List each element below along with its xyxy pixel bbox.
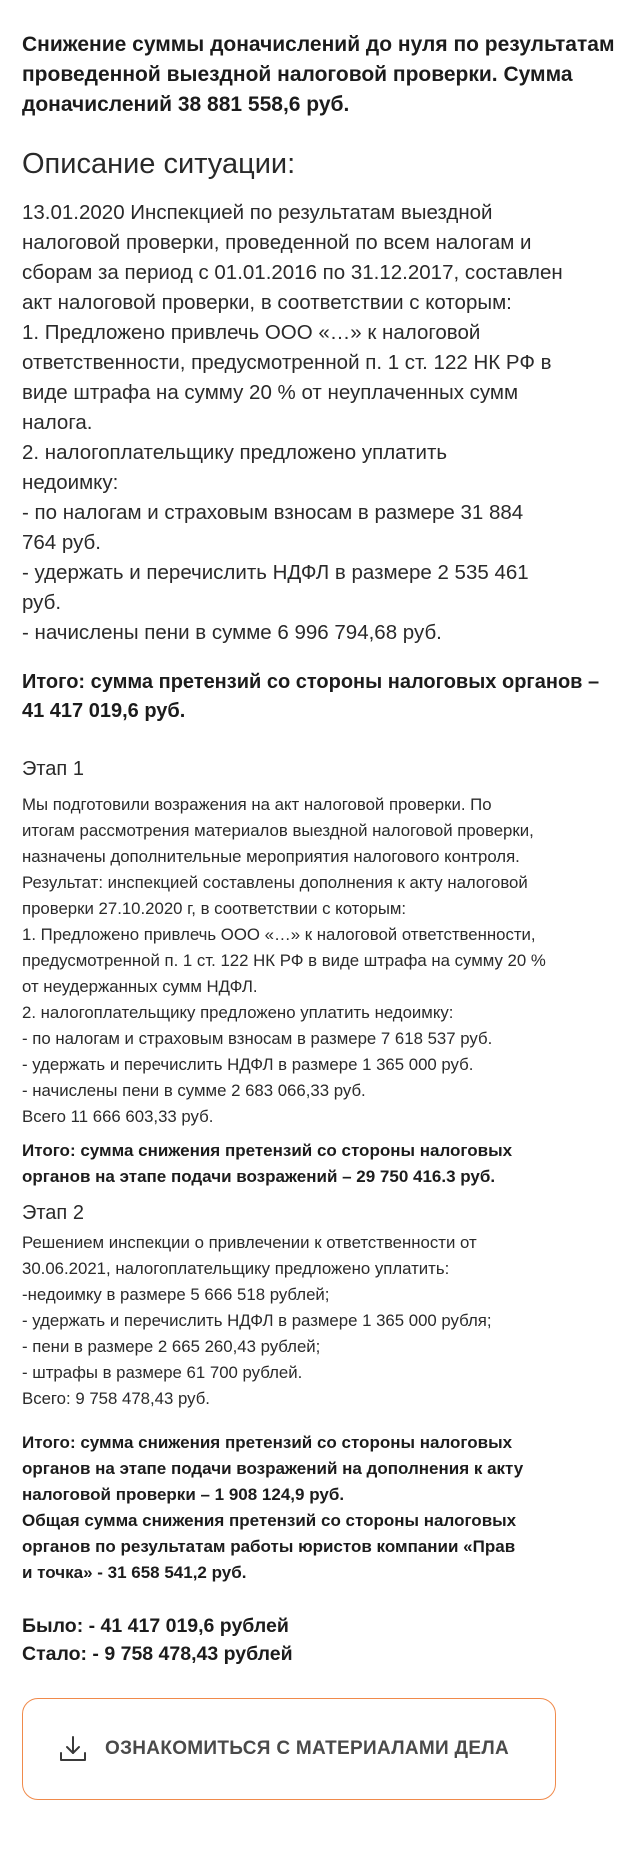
situation-line: руб. [22,591,62,614]
situation-description: 13.01.2020 Инспекцией по результатам вые… [22,198,622,648]
situation-line: 2. налогоплательщику предложено уплатить [22,441,448,464]
stage2-line: - удержать и перечислить НДФЛ в размере … [22,1311,492,1330]
situation-line: - по налогам и страховым взносам в разме… [22,501,524,524]
stage2-result-line: налоговой проверки – 1 908 124,9 руб. [22,1485,345,1504]
stage2-line: Решением инспекции о привлечении к ответ… [22,1233,477,1252]
before-after-summary: Было: - 41 417 019,6 рублей Стало: - 9 7… [22,1612,293,1668]
situation-line: 764 руб. [22,531,101,554]
stage2-line: -недоимку в размере 5 666 518 рублей; [22,1285,330,1304]
stage1-line: 1. Предложено привлечь ООО «…» к налогов… [22,925,536,944]
stage1-description: Мы подготовили возражения на акт налогов… [22,792,632,1130]
situation-line: - удержать и перечислить НДФЛ в размере … [22,561,529,584]
stage2-line: - штрафы в размере 61 700 рублей. [22,1363,303,1382]
situation-line: - начислены пени в сумме 6 996 794,68 ру… [22,621,442,644]
stage2-result-line: органов на этапе подачи возражений на до… [22,1459,524,1478]
amount-before: Было: - 41 417 019,6 рублей [22,1615,289,1637]
stage1-result-line: органов на этапе подачи возражений – 29 … [22,1167,496,1186]
stage1-line: - удержать и перечислить НДФЛ в размере … [22,1055,474,1074]
situation-line: 1. Предложено привлечь ООО «…» к налогов… [22,321,481,344]
total-claims: Итого: сумма претензий со стороны налого… [22,671,600,722]
situation-line: налоговой проверки, проведенной по всем … [22,231,532,254]
stage1-line: Результат: инспекцией составлены дополне… [22,873,528,892]
situation-line: акт налоговой проверки, в соответствии с… [22,291,512,314]
stage2-result-line: и точка» - 31 658 541,2 руб. [22,1563,247,1582]
situation-title: Описание ситуации: [22,148,296,180]
stage1-line: Всего 11 666 603,33 руб. [22,1107,214,1126]
stage2-line: 30.06.2021, налогоплательщику предложено… [22,1259,450,1278]
stage1-line: проверки 27.10.2020 г, в соответствии с … [22,899,407,918]
download-icon [55,1731,91,1767]
stage1-line: итогам рассмотрения материалов выездной … [22,821,534,840]
stage2-line: - пени в размере 2 665 260,43 рублей; [22,1337,321,1356]
stage2-title: Этап 2 [22,1202,84,1224]
stage1-title: Этап 1 [22,758,84,780]
case-materials-button-label: ОЗНАКОМИТЬСЯ С МАТЕРИАЛАМИ ДЕЛА [105,1738,509,1759]
stage1-line: назначены дополнительные мероприятия нал… [22,847,520,866]
stage2-result-line: органов по результатам работы юристов ко… [22,1537,516,1556]
situation-line: виде штрафа на сумму 20 % от неуплаченны… [22,381,519,404]
stage2-result: Итого: сумма снижения претензий со сторо… [22,1430,622,1586]
situation-line: недоимку: [22,471,119,494]
situation-line: 13.01.2020 Инспекцией по результатам вые… [22,201,493,224]
situation-line: налога. [22,411,93,434]
amount-after: Стало: - 9 758 478,43 рублей [22,1643,293,1665]
situation-line: сборам за период с 01.01.2016 по 31.12.2… [22,261,563,284]
case-headline: Снижение суммы доначислений до нуля по р… [22,33,615,116]
stage2-line: Всего: 9 758 478,43 руб. [22,1389,210,1408]
stage2-result-line: Общая сумма снижения претензий со сторон… [22,1511,517,1530]
stage2-description: Решением инспекции о привлечении к ответ… [22,1230,632,1412]
stage1-line: предусмотренной п. 1 ст. 122 НК РФ в вид… [22,951,546,970]
situation-line: ответственности, предусмотренной п. 1 ст… [22,351,552,374]
stage1-line: от неудержанных сумм НДФЛ. [22,977,258,996]
stage1-line: Мы подготовили возражения на акт налогов… [22,795,492,814]
stage2-result-line: Итого: сумма снижения претензий со сторо… [22,1433,513,1452]
case-materials-button[interactable]: ОЗНАКОМИТЬСЯ С МАТЕРИАЛАМИ ДЕЛА [22,1698,556,1800]
stage1-line: - по налогам и страховым взносам в разме… [22,1029,493,1048]
stage1-line: - начислены пени в сумме 2 683 066,33 ру… [22,1081,366,1100]
case-page: Снижение суммы доначислений до нуля по р… [0,0,640,1860]
stage1-line: 2. налогоплательщику предложено уплатить… [22,1003,454,1022]
stage1-result: Итого: сумма снижения претензий со сторо… [22,1138,622,1190]
stage1-result-line: Итого: сумма снижения претензий со сторо… [22,1141,513,1160]
